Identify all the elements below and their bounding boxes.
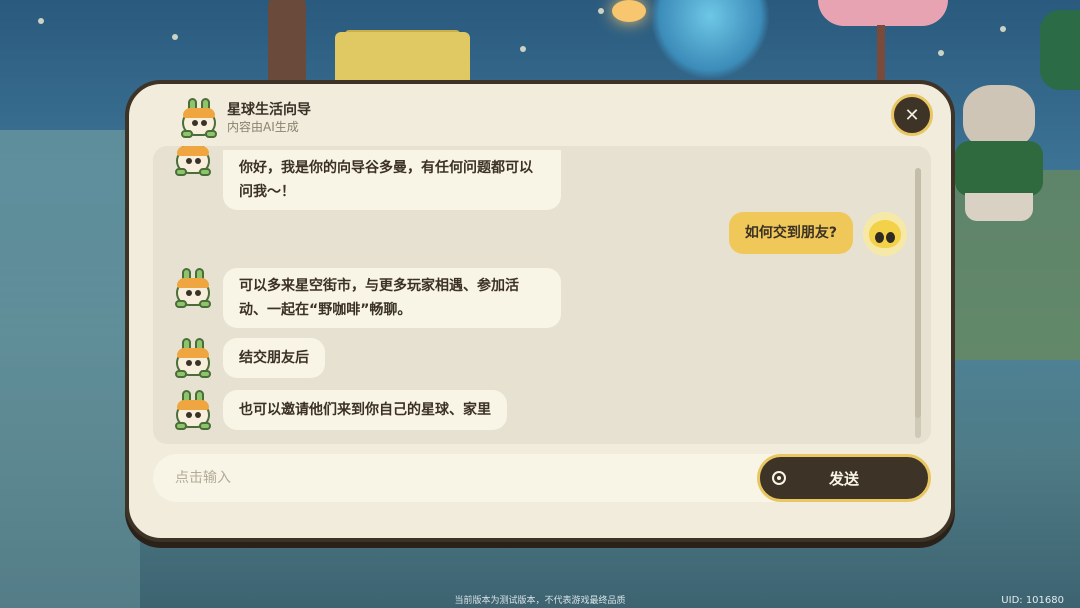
- chat-bubble: 结交朋友后: [223, 338, 325, 378]
- star: [1000, 26, 1006, 32]
- guide-avatar: [179, 98, 219, 138]
- background-tree: [268, 0, 306, 90]
- dialog-header: 星球生活向导 内容由AI生成: [179, 98, 311, 138]
- chat-message-user: 如何交到朋友?: [728, 212, 907, 256]
- ai-guide-dialog: 星球生活向导 内容由AI生成 ✕ 你好，我是你的向导谷多曼，有任何问题都可以问我…: [125, 80, 955, 542]
- background-lamp: [612, 0, 646, 22]
- background-umbrella: [818, 0, 948, 26]
- guide-avatar: [173, 390, 213, 430]
- chat-bubble-user: 如何交到朋友?: [728, 212, 853, 254]
- player-character: [955, 85, 1045, 221]
- chat-message-bot: 你好，我是你的向导谷多曼，有任何问题都可以问我～！: [173, 146, 561, 210]
- guide-avatar: [173, 268, 213, 308]
- chat-input-bar: 发送: [153, 454, 931, 502]
- chat-bubble: 你好，我是你的向导谷多曼，有任何问题都可以问我～！: [223, 150, 561, 210]
- chat-bubble: 可以多来星空街市，与更多玩家相遇、参加活动、一起在“野咖啡”畅聊。: [223, 268, 561, 328]
- guide-avatar: [173, 146, 213, 176]
- background-building: [335, 32, 470, 87]
- chat-bubble: 也可以邀请他们来到你自己的星球、家里: [223, 390, 507, 430]
- send-button[interactable]: 发送: [757, 454, 931, 502]
- chat-scrollbar[interactable]: [915, 168, 921, 438]
- star: [172, 34, 178, 40]
- background-ground: [0, 130, 140, 608]
- star: [598, 8, 604, 14]
- star: [38, 18, 44, 24]
- guide-avatar: [173, 338, 213, 378]
- chat-scroll-thumb[interactable]: [915, 168, 921, 418]
- chat-message-bot: 也可以邀请他们来到你自己的星球、家里: [173, 390, 507, 430]
- close-button[interactable]: ✕: [891, 94, 933, 136]
- uid-label: UID: 101680: [1001, 595, 1064, 606]
- record-icon: [772, 471, 786, 485]
- user-avatar: [863, 212, 907, 256]
- background-bush: [1040, 10, 1080, 90]
- chat-message-bot: 可以多来星空街市，与更多玩家相遇、参加活动、一起在“野咖啡”畅聊。: [173, 268, 561, 328]
- chat-input[interactable]: [175, 454, 735, 502]
- send-label: 发送: [828, 469, 859, 488]
- dialog-subtitle: 内容由AI生成: [227, 120, 299, 134]
- star: [520, 46, 526, 52]
- star: [938, 50, 944, 56]
- chat-message-bot: 结交朋友后: [173, 338, 325, 378]
- background-umbrella-pole: [877, 25, 885, 85]
- chat-history[interactable]: 你好，我是你的向导谷多曼，有任何问题都可以问我～！ 如何交到朋友? 可以多来星空…: [153, 146, 931, 444]
- dialog-title: 星球生活向导: [227, 102, 311, 118]
- close-icon: ✕: [904, 104, 920, 126]
- background-plant: [650, 0, 770, 80]
- version-notice: 当前版本为测试版本，不代表游戏最终品质: [454, 596, 626, 606]
